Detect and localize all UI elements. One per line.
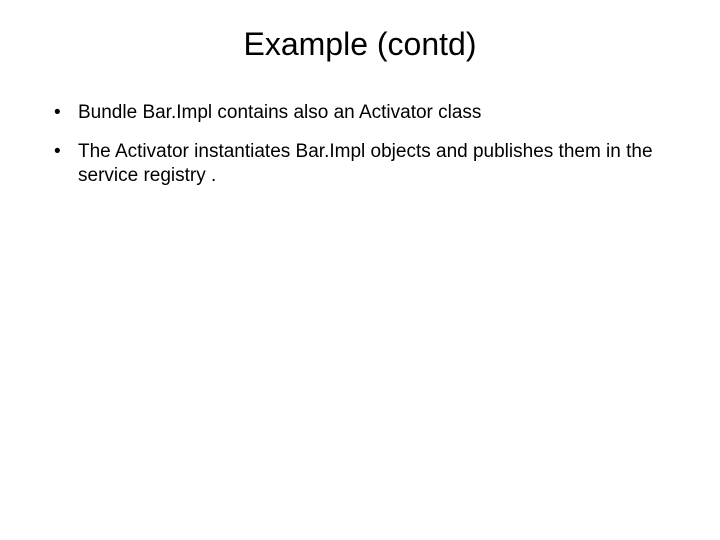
slide-container: Example (contd) Bundle Bar.Impl contains…	[0, 0, 720, 540]
list-item: The Activator instantiates Bar.Impl obje…	[48, 140, 680, 189]
slide-title: Example (contd)	[40, 26, 680, 63]
list-item: Bundle Bar.Impl contains also an Activat…	[48, 101, 680, 126]
bullet-list: Bundle Bar.Impl contains also an Activat…	[40, 101, 680, 189]
